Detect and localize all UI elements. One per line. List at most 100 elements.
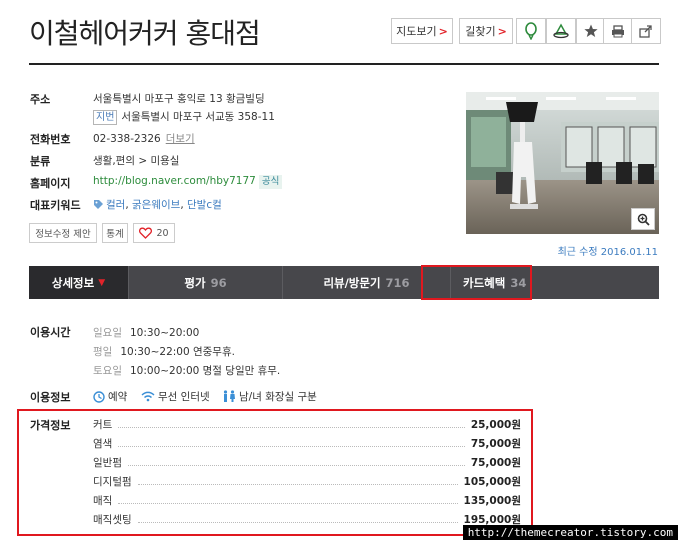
amenity-reservation: 예약 (93, 389, 127, 404)
place-title: 이철헤어커커 홍대점 (29, 17, 261, 50)
aerial-view-button[interactable] (546, 18, 576, 44)
hours-time: 10:30~22:00 연중무휴. (120, 346, 235, 358)
watermark: http://themecreator.tistory.com (462, 525, 678, 540)
jibun-address-value: 서울특별시 마포구 서교동 358-11 (121, 111, 275, 123)
price-row: 일반펌 75,000원 (93, 455, 521, 469)
route-label: 길찾기 (465, 25, 496, 38)
detail-tabs: 상세정보 ▼ 평가 96 리뷰/방문기 716 카드혜택 34 (29, 266, 659, 299)
phone-more-link[interactable]: 더보기 (166, 133, 195, 145)
category-value: 생활,편의 > 미용실 (93, 155, 180, 167)
amenity-wifi: 무선 인터넷 (141, 389, 210, 404)
printer-icon (612, 24, 624, 37)
price-row: 디지털펌 105,000원 (93, 474, 521, 488)
price-name: 디지털펌 (93, 475, 132, 488)
stats-button[interactable]: 통계 (102, 223, 128, 243)
tab-count: 716 (385, 275, 410, 290)
title-divider (29, 63, 659, 65)
hours-day: 평일 (93, 346, 113, 358)
keywords-label: 대표키워드 (30, 199, 81, 212)
price-value: 75,000원 (470, 456, 521, 469)
price-value: 105,000원 (463, 475, 521, 488)
caret-down-icon: ▼ (98, 277, 106, 288)
map-view-button[interactable]: 지도보기 > (391, 18, 453, 44)
suggest-edit-label: 정보수정 제안 (35, 229, 91, 240)
hours-label: 이용시간 (30, 326, 71, 339)
dotted-leader (137, 477, 458, 485)
print-button[interactable] (603, 18, 633, 44)
hours-day: 토요일 (93, 365, 122, 377)
dotted-leader (118, 439, 465, 447)
dotted-leader (127, 458, 465, 466)
price-row: 커트 25,000원 (93, 417, 521, 431)
like-button[interactable]: 20 (133, 223, 175, 243)
street-view-button[interactable] (516, 18, 546, 44)
category-label: 분류 (30, 155, 51, 168)
tab-label: 리뷰/방문기 (323, 275, 381, 290)
chevron-right-icon: > (438, 24, 448, 38)
amenity-label: 남/녀 화장실 구분 (239, 391, 317, 403)
heart-icon (139, 227, 153, 239)
dotted-leader (118, 420, 465, 428)
chevron-right-icon: > (497, 24, 507, 38)
phone-row: 02-338-2326 더보기 (93, 131, 195, 146)
hours-row: 토요일 10:00~20:00 명절 당일만 휴무. (93, 363, 280, 378)
tag-icon (94, 200, 103, 209)
favorite-button[interactable] (576, 18, 606, 44)
restroom-icon (223, 390, 235, 402)
map-view-label: 지도보기 (396, 25, 437, 38)
star-icon (584, 24, 598, 37)
jibun-badge: 지번 (93, 110, 118, 125)
homepage-row: http://blog.naver.com/hby7177 공식 (93, 175, 283, 189)
share-icon (639, 24, 652, 38)
airship-icon (553, 23, 569, 39)
amenity-restroom: 남/녀 화장실 구분 (222, 389, 317, 404)
zoom-button[interactable] (631, 208, 655, 230)
dotted-leader (118, 496, 458, 504)
hours-row: 평일 10:30~22:00 연중무휴. (93, 344, 235, 359)
phone-value: 02-338-2326 (93, 133, 161, 145)
route-button[interactable]: 길찾기 > (459, 18, 513, 44)
price-value: 25,000원 (470, 418, 521, 431)
place-photo[interactable] (466, 92, 659, 234)
keyword-link[interactable]: 컬러 (106, 199, 125, 211)
share-button[interactable] (631, 18, 661, 44)
wifi-icon (141, 391, 155, 402)
highlight-box-card-tab (421, 265, 532, 300)
dotted-leader (137, 515, 458, 523)
official-badge: 공식 (258, 175, 283, 189)
price-name: 커트 (93, 418, 113, 431)
tab-count: 96 (210, 275, 227, 290)
price-name: 일반펌 (93, 456, 122, 469)
amenity-label: 예약 (108, 391, 128, 403)
address-label: 주소 (30, 93, 51, 106)
tab-rating[interactable]: 평가 96 (129, 266, 283, 299)
like-count: 20 (156, 227, 169, 239)
price-value: 75,000원 (470, 437, 521, 450)
phone-label: 전화번호 (30, 133, 71, 146)
magnifier-plus-icon (637, 213, 650, 226)
hours-row: 일요일 10:30~20:00 (93, 325, 199, 340)
hours-time: 10:00~20:00 명절 당일만 휴무. (129, 365, 281, 377)
tab-label: 평가 (184, 275, 206, 290)
homepage-link[interactable]: http://blog.naver.com/hby7177 (93, 175, 256, 187)
homepage-label: 홈페이지 (30, 177, 71, 190)
hours-time: 10:30~20:00 (129, 327, 200, 339)
jibun-address-row: 지번 서울특별시 마포구 서교동 358-11 (93, 109, 275, 125)
price-row: 매직 135,000원 (93, 493, 521, 507)
keyword-link[interactable]: 단발c컬 (187, 199, 222, 211)
suggest-edit-button[interactable]: 정보수정 제안 (29, 223, 97, 243)
balloon-icon (525, 22, 537, 40)
keyword-link[interactable]: 굵은웨이브 (132, 199, 180, 211)
clock-icon (93, 390, 105, 403)
price-name: 매직 (93, 494, 113, 507)
stats-label: 통계 (106, 229, 124, 240)
price-value: 135,000원 (463, 494, 521, 507)
hours-day: 일요일 (93, 327, 122, 339)
price-row: 매직셋팅 195,000원 (93, 512, 521, 526)
prices-label: 가격정보 (30, 419, 71, 432)
price-name: 매직셋팅 (93, 513, 132, 526)
tab-details[interactable]: 상세정보 ▼ (29, 266, 129, 299)
price-name: 염색 (93, 437, 113, 450)
price-row: 염색 75,000원 (93, 436, 521, 450)
amenity-label: 무선 인터넷 (158, 391, 210, 403)
